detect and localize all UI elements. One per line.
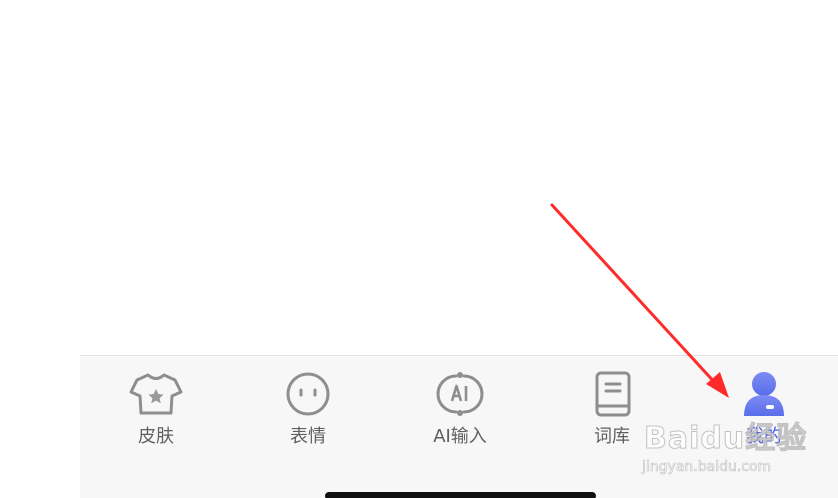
ai-input-icon [436,372,484,416]
user-profile-icon [744,372,784,416]
tab-profile-label: 我的 [746,426,782,447]
tab-skin[interactable]: 皮肤 [106,370,206,450]
home-indicator [325,492,596,498]
tshirt-star-icon [129,373,183,415]
tab-ai-input[interactable]: AI输入 [410,370,510,450]
emoji-face-icon [286,372,330,416]
tab-emoji-label: 表情 [290,426,326,447]
tab-emoji[interactable]: 表情 [258,370,358,450]
tab-dictionary-label: 词库 [594,426,630,447]
tab-ai-input-label: AI输入 [433,426,487,447]
tab-profile[interactable]: 我的 [714,370,814,450]
tab-dictionary[interactable]: 词库 [562,370,662,450]
book-icon [595,371,631,417]
app-screen: 皮肤 表情 AI输入 词库 我的 Baidu经验 jingyan.baidu.c… [0,0,838,498]
tab-skin-label: 皮肤 [138,426,174,447]
bottom-tab-bar: 皮肤 表情 AI输入 词库 我的 [80,355,838,498]
